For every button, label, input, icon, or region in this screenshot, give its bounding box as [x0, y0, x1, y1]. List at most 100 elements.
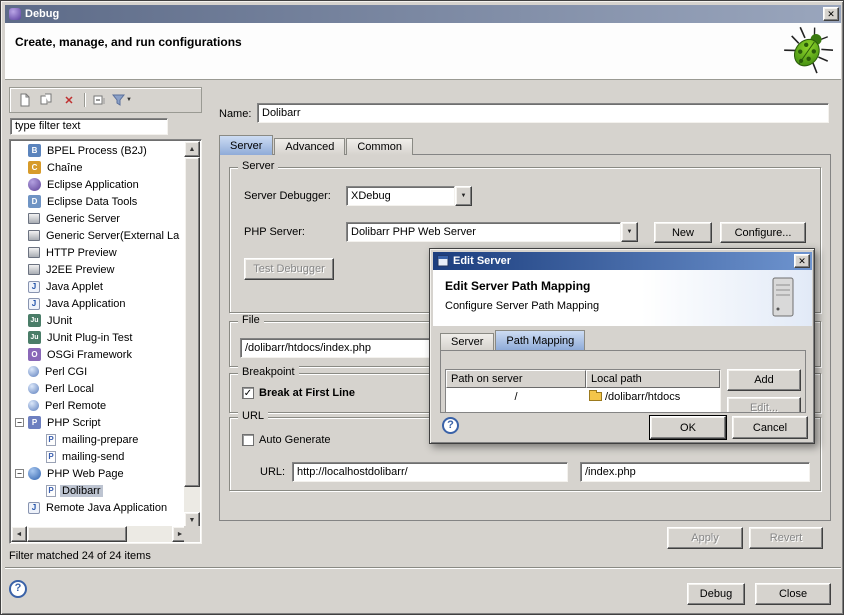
delete-config-button[interactable]: ✕ [58, 90, 80, 110]
table-row[interactable]: / /dolibarr/htdocs [446, 388, 720, 405]
tab-common[interactable]: Common [346, 138, 413, 155]
revert-button[interactable]: Revert [749, 527, 823, 549]
dialog-heading: Edit Server Path Mapping [445, 279, 590, 293]
chevron-down-icon[interactable]: ▼ [621, 222, 638, 242]
tree-item-http-preview[interactable]: HTTP Preview [12, 244, 183, 261]
tree-item-perl-cgi[interactable]: Perl CGI [12, 363, 183, 380]
tree-item-label: Eclipse Data Tools [45, 196, 139, 208]
close-button[interactable]: ✕ [823, 7, 839, 21]
tree-item-osgi-framework[interactable]: OSGi Framework [12, 346, 183, 363]
column-path-on-server[interactable]: Path on server [446, 370, 586, 388]
ok-button[interactable]: OK [650, 416, 726, 439]
delete-icon: ✕ [64, 94, 73, 107]
tab-server[interactable]: Server [219, 135, 273, 155]
new-server-button[interactable]: New [654, 222, 712, 243]
tree-item-label: Java Application [44, 298, 128, 310]
tree-item-mailing-send[interactable]: mailing-send [12, 448, 183, 465]
url-base-input[interactable] [292, 462, 568, 482]
scroll-thumb-horizontal[interactable] [27, 526, 127, 542]
dialog-tab-server[interactable]: Server [440, 333, 494, 350]
collapse-all-button[interactable] [89, 90, 111, 110]
tree-item-generic-server-external-la[interactable]: Generic Server(External La [12, 227, 183, 244]
tree-item-java-application[interactable]: Java Application [12, 295, 183, 312]
duplicate-icon [40, 93, 54, 107]
tree-item-remote-java-application[interactable]: Remote Java Application [12, 499, 183, 516]
test-debugger-button[interactable]: Test Debugger [244, 258, 334, 280]
new-config-button[interactable] [14, 90, 36, 110]
tree-item-java-applet[interactable]: Java Applet [12, 278, 183, 295]
break-first-line-checkbox[interactable]: ✓ [242, 387, 254, 399]
remote-java-icon [28, 502, 40, 514]
tree-item-junit[interactable]: JUnit [12, 312, 183, 329]
eclipse-app-icon [28, 178, 41, 191]
debug-window: Debug ✕ Create, manage, and run configur… [0, 0, 844, 615]
tree-item-j2ee-preview[interactable]: J2EE Preview [12, 261, 183, 278]
chevron-down-icon[interactable]: ▼ [455, 186, 472, 206]
filter-button[interactable]: ▼ [111, 90, 133, 110]
filter-icon [112, 94, 125, 106]
java-app-icon [28, 298, 40, 310]
tree-item-perl-local[interactable]: Perl Local [12, 380, 183, 397]
tree-item-label: Java Applet [44, 281, 105, 293]
tree-item-junit-plug-in-test[interactable]: JUnit Plug-in Test [12, 329, 183, 346]
server-debugger-combo[interactable]: XDebug ▼ [346, 186, 472, 206]
tree-item-mailing-prepare[interactable]: mailing-prepare [12, 431, 183, 448]
expand-toggle[interactable]: − [15, 418, 24, 427]
php-script-icon [28, 416, 41, 429]
dialog-subheading: Configure Server Path Mapping [445, 300, 599, 312]
tree-item-eclipse-data-tools[interactable]: Eclipse Data Tools [12, 193, 183, 210]
tree-item-dolibarr[interactable]: Dolibarr [12, 482, 183, 499]
debug-button[interactable]: Debug [687, 583, 745, 605]
scroll-thumb[interactable] [184, 157, 200, 487]
tab-advanced[interactable]: Advanced [274, 138, 345, 155]
scroll-left-icon[interactable]: ◄ [11, 526, 27, 542]
config-toolbar: ✕ ▼ [9, 87, 202, 113]
filter-input[interactable] [10, 118, 168, 135]
dialog-title-bar: Edit Server ✕ [433, 252, 812, 270]
title-bar: Debug ✕ [5, 5, 841, 23]
chevron-down-icon: ▼ [126, 97, 132, 103]
help-button[interactable]: ? [9, 580, 27, 598]
chaine-icon [28, 161, 41, 174]
tree-item-label: JUnit Plug-in Test [45, 332, 134, 344]
bug-icon [781, 25, 835, 77]
add-mapping-button[interactable]: Add [727, 369, 801, 391]
page-title: Create, manage, and run configurations [15, 35, 242, 49]
collapse-all-icon [93, 93, 107, 107]
tree-vertical-scrollbar[interactable]: ▲ ▼ [184, 141, 200, 528]
tree-item-perl-remote[interactable]: Perl Remote [12, 397, 183, 414]
dialog-tab-path-mapping[interactable]: Path Mapping [495, 330, 585, 350]
tree-item-php-web-page[interactable]: −PHP Web Page [12, 465, 183, 482]
edit-mapping-button[interactable]: Edit... [727, 397, 801, 413]
dialog-close-button[interactable]: ✕ [794, 254, 810, 268]
url-path-input[interactable] [580, 462, 810, 482]
break-first-line-label: Break at First Line [259, 387, 355, 399]
tree-item-eclipse-application[interactable]: Eclipse Application [12, 176, 183, 193]
tree-item-label: Generic Server [44, 213, 122, 225]
duplicate-config-button[interactable] [36, 90, 58, 110]
configure-server-button[interactable]: Configure... [720, 222, 806, 243]
tree-item-php-script[interactable]: −PHP Script [12, 414, 183, 431]
perl-icon [28, 400, 39, 411]
dialog-tab-content: Path on server Local path / /dolibarr/ht… [440, 350, 806, 413]
tree-item-bpel-process-b2j[interactable]: BPEL Process (B2J) [12, 142, 183, 159]
toolbar-separator [84, 93, 85, 107]
apply-button[interactable]: Apply [667, 527, 743, 549]
column-local-path[interactable]: Local path [586, 370, 720, 388]
header-banner: Create, manage, and run configurations [5, 23, 841, 80]
dialog-help-button[interactable]: ? [442, 417, 459, 434]
tree-item-cha-ne[interactable]: Chaîne [12, 159, 183, 176]
auto-generate-checkbox[interactable] [242, 434, 254, 446]
cancel-button[interactable]: Cancel [732, 416, 808, 439]
tree-horizontal-scrollbar[interactable]: ◄ ► [11, 526, 188, 542]
server-icon [28, 213, 40, 224]
php-server-combo[interactable]: Dolibarr PHP Web Server ▼ [346, 222, 638, 242]
expand-toggle[interactable]: − [15, 469, 24, 478]
scroll-up-icon[interactable]: ▲ [184, 141, 200, 157]
tree-item-label: OSGi Framework [45, 349, 134, 361]
filter-status: Filter matched 24 of 24 items [9, 550, 151, 562]
close-dialog-button[interactable]: Close [755, 583, 831, 605]
path-mapping-table: Path on server Local path / /dolibarr/ht… [445, 369, 721, 413]
tree-item-generic-server[interactable]: Generic Server [12, 210, 183, 227]
name-input[interactable] [257, 103, 829, 123]
